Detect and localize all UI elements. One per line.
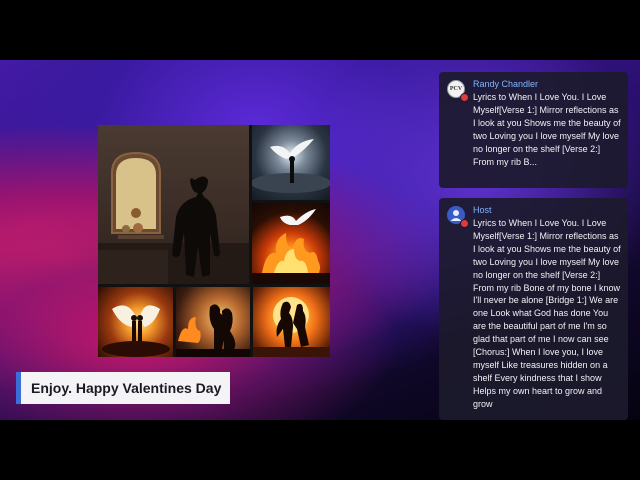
winged-couple-icon xyxy=(102,305,170,357)
platform-badge-icon xyxy=(460,93,469,102)
couple-sunset-icon xyxy=(253,297,330,357)
collage-tile-dove-fire xyxy=(252,203,330,284)
caption-banner: Enjoy. Happy Valentines Day xyxy=(16,372,230,404)
comment-text: Lyrics to When I Love You. I Love Myself… xyxy=(473,218,624,409)
avatar-text: PCV xyxy=(449,86,463,92)
comment-author: Host xyxy=(473,205,492,215)
collage-tile-couple-sunset xyxy=(253,287,330,357)
comment-author: Randy Chandler xyxy=(473,79,539,89)
caption-text: Enjoy. Happy Valentines Day xyxy=(31,380,222,396)
valentine-collage xyxy=(98,125,330,357)
chat-comment: PCV Randy Chandler Lyrics to When I Love… xyxy=(439,72,628,188)
stream-stage: Enjoy. Happy Valentines Day PCV Randy Ch… xyxy=(0,60,640,420)
letterbox-top xyxy=(0,0,640,60)
dove-cloud-icon xyxy=(252,139,330,193)
collage-tile-main xyxy=(98,125,249,284)
collage-tile-couple-fire xyxy=(176,287,250,357)
comment-text: Lyrics to When I Love You. I Love Myself… xyxy=(473,92,624,167)
man-silhouette-mirror-icon xyxy=(98,151,249,284)
dove-fire-icon xyxy=(252,209,330,284)
platform-badge-icon xyxy=(460,219,469,228)
couple-fire-icon xyxy=(176,304,250,357)
collage-tile-dove-sky xyxy=(252,125,330,200)
chat-comment: Host Lyrics to When I Love You. I Love M… xyxy=(439,198,628,420)
letterbox-bottom xyxy=(0,420,640,480)
collage-tile-winged-couple xyxy=(98,287,173,357)
